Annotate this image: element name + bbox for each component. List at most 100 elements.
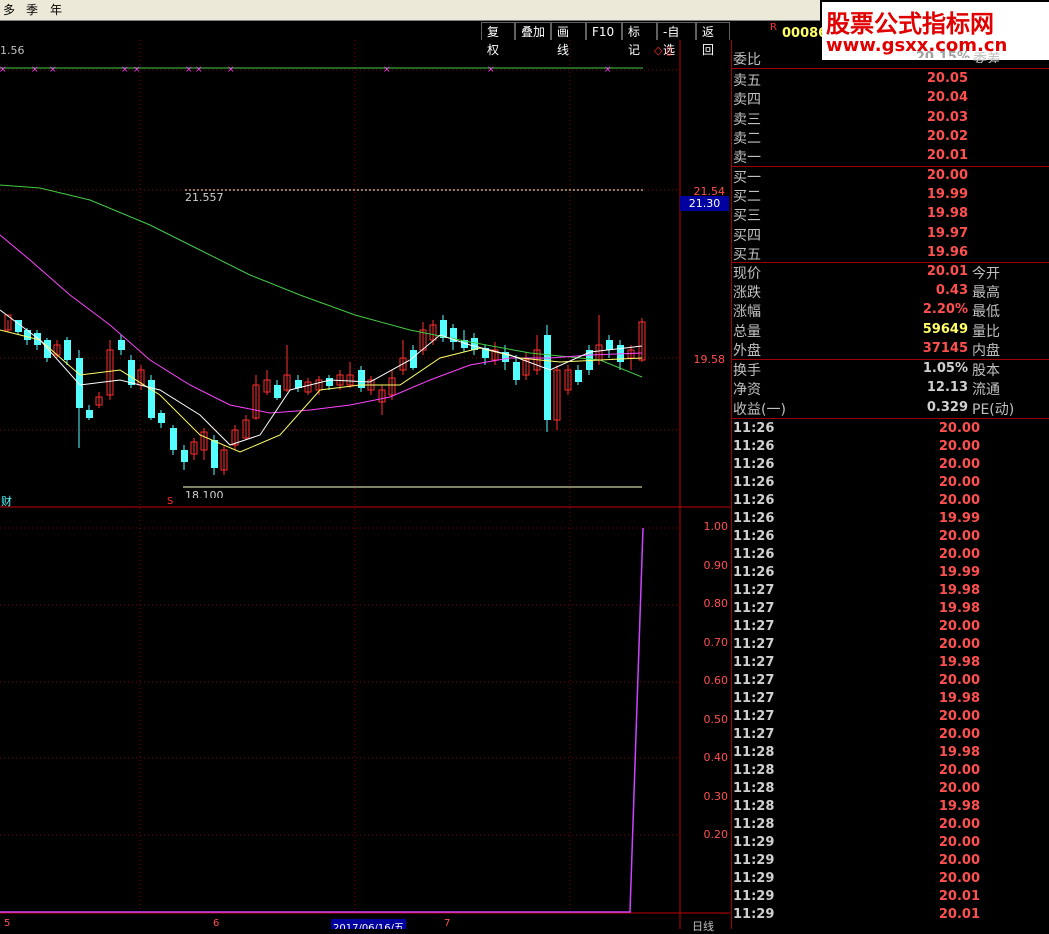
stat-label: 总量 bbox=[733, 323, 761, 340]
bid-label: 买五 bbox=[733, 246, 761, 263]
tick-time: 11:26 bbox=[733, 493, 775, 508]
tick-time: 11:26 bbox=[733, 457, 775, 472]
tick-price: 20.00 bbox=[938, 673, 980, 688]
stat-value: 2.20% bbox=[922, 302, 968, 318]
ask-value: 20.02 bbox=[926, 128, 968, 144]
high-annotation: 21.557 bbox=[185, 191, 224, 204]
ask-label: 卖一 bbox=[733, 150, 761, 167]
stat-label: 涨跌 bbox=[733, 285, 761, 302]
f10-button[interactable]: F10 bbox=[586, 22, 622, 40]
tick-price: 20.00 bbox=[938, 763, 980, 778]
axis-label-upper-2: 19.58 bbox=[693, 353, 726, 366]
axis-label-lower: 0.60 bbox=[703, 674, 729, 687]
tick-time: 11:28 bbox=[733, 817, 775, 832]
ask-value: 20.05 bbox=[926, 71, 968, 86]
tick-time: 11:26 bbox=[733, 565, 775, 580]
lower-indicator-line bbox=[0, 527, 644, 913]
back-button[interactable]: 返回 bbox=[696, 22, 730, 57]
x-mark-icon: × bbox=[0, 65, 7, 75]
watermark-title: 股票公式指标网 bbox=[826, 10, 994, 38]
axis-label-lower: 0.20 bbox=[703, 828, 729, 841]
overlay-button[interactable]: 叠加 bbox=[515, 22, 551, 40]
bid-value: 19.98 bbox=[926, 206, 968, 222]
stat-label2: 量比 bbox=[972, 323, 1000, 340]
tick-time: 11:29 bbox=[733, 871, 775, 886]
restore-rights-button[interactable]: 复权 bbox=[481, 22, 515, 57]
kline-chart[interactable]: × × × × × × × × × × × bbox=[0, 40, 730, 929]
window-icon[interactable]: ▯ bbox=[666, 44, 672, 57]
tab-quarter[interactable]: 季 bbox=[26, 1, 38, 18]
period-label[interactable]: 日线 bbox=[692, 918, 714, 934]
tick-price: 20.00 bbox=[938, 637, 980, 652]
tab-year[interactable]: 年 bbox=[50, 1, 62, 18]
fund-value: 12.13 bbox=[926, 380, 968, 396]
stat-value: 37145 bbox=[922, 340, 968, 356]
tick-price: 19.98 bbox=[938, 745, 980, 760]
ask-value: 20.01 bbox=[926, 148, 968, 164]
tick-price: 20.00 bbox=[938, 547, 980, 562]
tick-time: 11:29 bbox=[733, 835, 775, 850]
ask-label: 卖三 bbox=[733, 111, 761, 128]
current-price-box: 21.30 bbox=[680, 196, 729, 211]
x-mark-icon: × bbox=[487, 65, 495, 75]
fund-label: 换手 bbox=[733, 363, 761, 379]
x-mark-icon: × bbox=[195, 65, 203, 75]
ask-value: 20.04 bbox=[926, 90, 968, 106]
tick-time: 11:27 bbox=[733, 601, 775, 616]
mark-button[interactable]: 标记 bbox=[622, 22, 657, 57]
bid-label: 买二 bbox=[733, 189, 761, 206]
tick-price: 19.98 bbox=[938, 691, 980, 706]
x-label-6: 6 bbox=[213, 918, 220, 929]
axis-label-lower: 0.40 bbox=[703, 751, 729, 764]
candle-body-down bbox=[575, 370, 582, 382]
tick-price: 20.01 bbox=[938, 907, 980, 922]
tick-price: 20.00 bbox=[938, 421, 980, 436]
candle-body-down bbox=[158, 413, 165, 423]
period-tab-bar: 多 季 年 bbox=[0, 0, 820, 21]
tick-price: 20.00 bbox=[938, 853, 980, 868]
x-label-7: 7 bbox=[444, 918, 451, 929]
tick-price: 20.00 bbox=[938, 871, 980, 886]
stat-label: 外盘 bbox=[733, 342, 761, 359]
candle-body-down bbox=[326, 378, 333, 386]
tick-time: 11:26 bbox=[733, 547, 775, 562]
candle-body-down bbox=[274, 385, 281, 398]
tick-time: 11:29 bbox=[733, 853, 775, 868]
fund-value: 1.05% bbox=[922, 361, 968, 376]
tick-price: 20.01 bbox=[938, 889, 980, 904]
tick-time: 11:26 bbox=[733, 439, 775, 454]
fund-label2: 股本 bbox=[972, 363, 1000, 379]
divider-5 bbox=[731, 418, 1049, 419]
draw-line-button[interactable]: 画线 bbox=[551, 22, 586, 57]
bid-label: 买四 bbox=[733, 227, 761, 244]
tick-price: 19.98 bbox=[938, 799, 980, 814]
candle-body-down bbox=[76, 358, 83, 408]
candle-body-down bbox=[606, 340, 613, 350]
tick-price: 19.98 bbox=[938, 601, 980, 616]
x-mark-icon: × bbox=[604, 65, 612, 75]
stat-label2: 最高 bbox=[972, 285, 1000, 302]
tick-price: 19.98 bbox=[938, 655, 980, 670]
divider-3 bbox=[731, 262, 1049, 263]
bid-label: 买三 bbox=[733, 208, 761, 225]
axis-label-lower: 0.70 bbox=[703, 635, 729, 649]
watchlist-button[interactable]: -自选 bbox=[657, 22, 696, 57]
date-cursor-label: 2017/06/16/五 bbox=[331, 919, 407, 929]
x-mark-icon: × bbox=[383, 65, 391, 75]
tab-multi[interactable]: 多 bbox=[3, 1, 15, 18]
ask-label: 卖五 bbox=[733, 73, 761, 89]
x-mark-icon: × bbox=[227, 65, 235, 75]
x-mark-icon: × bbox=[31, 65, 39, 75]
tick-time: 11:29 bbox=[733, 889, 775, 904]
diamond-icon[interactable]: ◇ bbox=[654, 44, 662, 57]
fund-label: 收益(一) bbox=[733, 401, 786, 418]
tick-time: 11:26 bbox=[733, 421, 775, 436]
tick-time: 11:27 bbox=[733, 673, 775, 688]
tick-time: 11:28 bbox=[733, 799, 775, 814]
tick-price: 20.00 bbox=[938, 619, 980, 634]
fund-label: 净资 bbox=[733, 382, 761, 399]
tick-time: 11:27 bbox=[733, 655, 775, 670]
stat-label2: 内盘 bbox=[972, 342, 1000, 359]
candle-body-down bbox=[544, 335, 551, 420]
stat-label2: 最低 bbox=[972, 304, 1000, 321]
